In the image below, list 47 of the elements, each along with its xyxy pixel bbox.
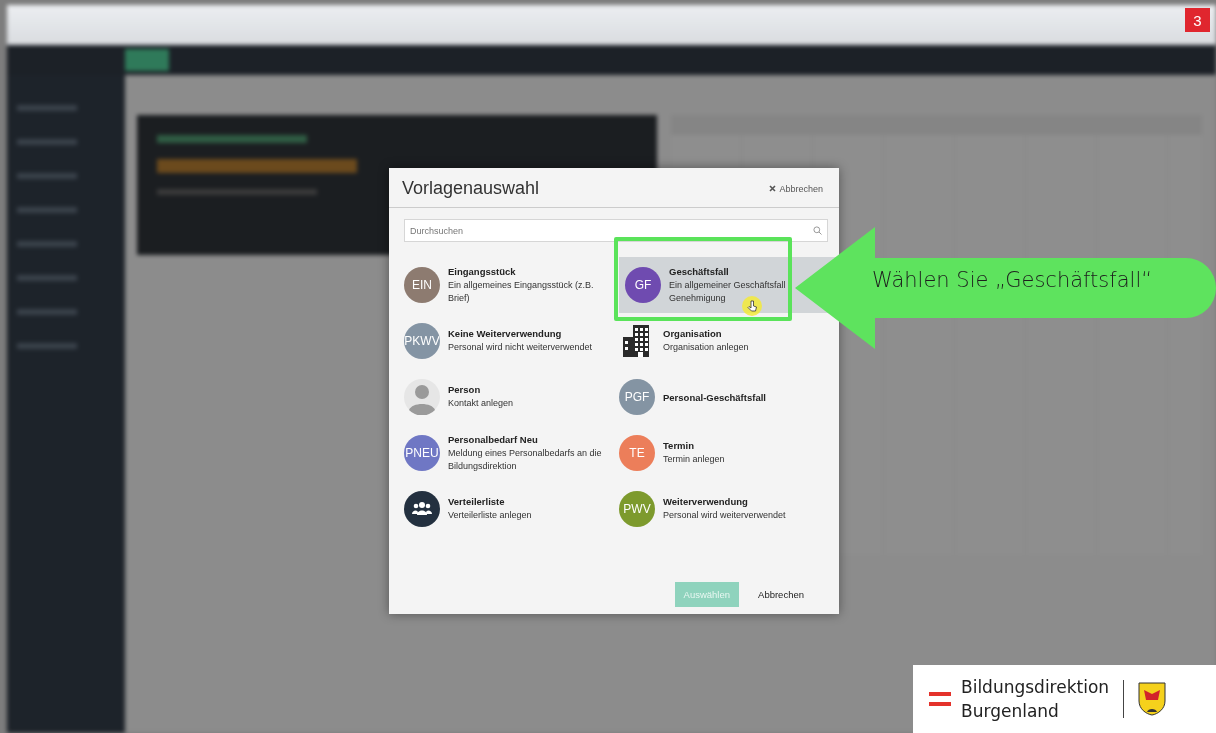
template-item[interactable]: PWV Weiterverwendung Personal wird weiterverwendet [619, 481, 837, 537]
template-item[interactable]: PGF Personal-Geschäftsfall [619, 369, 837, 425]
cursor-icon [742, 296, 762, 316]
template-item[interactable]: Person Kontakt anlegen [404, 369, 614, 425]
template-title: Termin [663, 440, 695, 451]
template-description: Personal wird nicht weiterverwendet [448, 341, 593, 354]
cancel-link[interactable]: Abbrechen [769, 183, 823, 194]
initials-avatar: PGF [619, 379, 655, 415]
template-title: Keine Weiterverwendung [448, 328, 563, 339]
coat-of-arms-icon [1138, 682, 1167, 716]
template-title: Verteilerliste [448, 496, 506, 507]
template-description: Meldung eines Personalbedarfs an die Bildungsdirektion [448, 446, 603, 473]
template-description: Organisation anlegen [663, 341, 749, 354]
template-description: Kontakt anlegen [448, 397, 514, 410]
dialog-title: Vorlagenauswahl [402, 178, 540, 199]
template-description: Termin anlegen [663, 453, 725, 466]
template-title: Eingangsstück [448, 265, 517, 277]
search-icon [813, 226, 822, 235]
template-item[interactable]: PKWV Keine Weiterverwendung Personal wird nicht weiterverwendet [404, 313, 614, 369]
initials-avatar: PNEU [404, 435, 440, 471]
close-icon [769, 185, 777, 192]
template-title: Organisation [663, 328, 723, 339]
template-item[interactable]: Verteilerliste Verteilerliste anlegen [404, 481, 614, 537]
template-item[interactable]: PNEU Personalbedarf Neu Meldung eines Personalbedarfs an die Bildungsdirektion [404, 425, 614, 481]
initials-avatar: GF [625, 267, 661, 303]
template-title: Geschäftsfall [669, 265, 730, 277]
cancel-button[interactable]: Abbrechen [749, 582, 813, 607]
template-title: Weiterverwendung [663, 496, 749, 507]
callout-text: Wählen Sie „Geschäftsfall“ [872, 268, 1153, 292]
logo-title: Bildungsdirektion [961, 676, 1110, 699]
initials-avatar: EIN [404, 267, 440, 303]
template-title: Personal-Geschäftsfall [663, 391, 766, 403]
initials-avatar: PKWV [404, 323, 440, 359]
initials-avatar: TE [619, 435, 655, 471]
template-title: Personalbedarf Neu [448, 433, 539, 445]
template-item[interactable]: TE Termin Termin anlegen [619, 425, 837, 481]
template-item[interactable]: EIN Eingangsstück Ein allgemeines Eingangsstück (z.B. Brief) [404, 257, 614, 313]
flag-icon [929, 692, 951, 706]
template-description: Ein allgemeiner Geschäftsfall Genehmigung [669, 278, 787, 305]
template-description: Ein allgemeines Eingangsstück (z.B. Brief) [448, 278, 595, 305]
template-title: Person [448, 384, 482, 395]
template-description: Verteilerliste anlegen [448, 509, 532, 522]
logo-subtitle: Burgenland [961, 700, 1060, 723]
search-field[interactable]: Durchsuchen [404, 219, 828, 242]
template-description: Personal wird weiterverwendet [663, 509, 786, 522]
initials-avatar: PWV [619, 491, 655, 527]
step-badge: 3 [1185, 8, 1210, 32]
